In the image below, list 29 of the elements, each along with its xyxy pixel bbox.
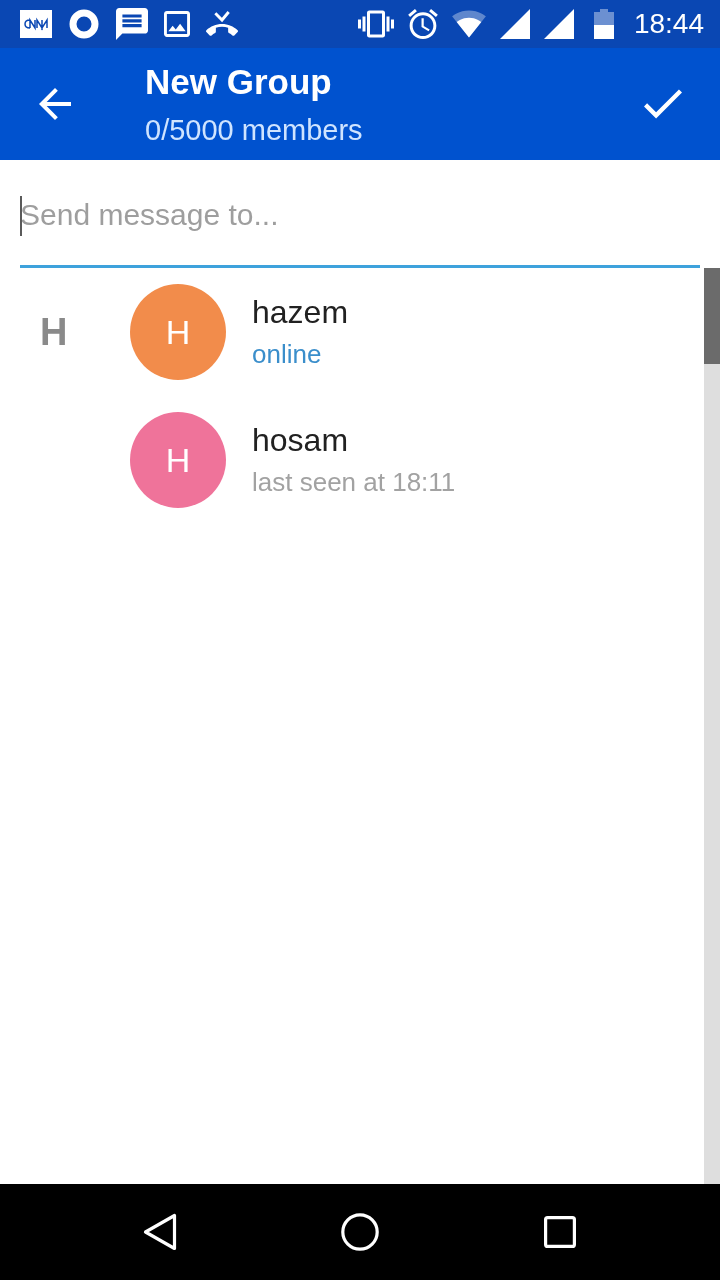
square-recents-icon (544, 1216, 576, 1248)
section-letter: H (40, 310, 68, 355)
vibrate-icon (357, 9, 394, 39)
ring-icon (68, 8, 100, 40)
logo-icon (20, 10, 52, 38)
phone-check-icon (206, 9, 238, 39)
scrollbar-thumb[interactable] (704, 268, 720, 364)
screen-title: New Group (145, 61, 332, 103)
check-icon (644, 89, 682, 119)
image-icon (164, 11, 190, 37)
triangle-back-icon (143, 1213, 177, 1251)
back-arrow-icon (38, 88, 72, 120)
circle-home-icon (341, 1213, 379, 1251)
search-field[interactable]: Send message to... (20, 160, 700, 268)
contact-status: online (252, 338, 322, 371)
contact-name[interactable]: hazem (252, 292, 349, 332)
contact-status: last seen at 18:11 (252, 466, 456, 499)
wifi-icon (451, 10, 486, 38)
contact-name[interactable]: hosam (252, 420, 349, 460)
contact-avatar: H (130, 284, 226, 380)
message-icon (116, 8, 148, 40)
battery-icon (593, 9, 614, 39)
text-cursor-icon (20, 196, 22, 236)
contact-avatar: H (130, 412, 226, 508)
signal-icon (499, 9, 530, 39)
signal-icon (543, 9, 574, 39)
status-time: 18:44 (633, 8, 704, 40)
member-count: 0/5000 members (145, 113, 363, 148)
alarm-clock-icon (407, 9, 438, 39)
